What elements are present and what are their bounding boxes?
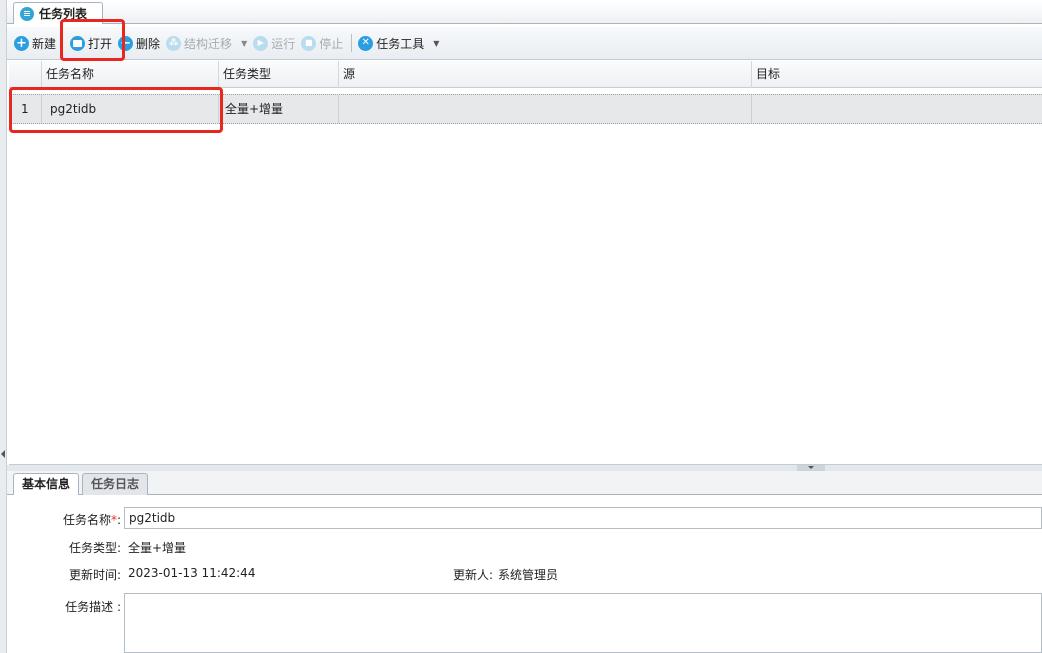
left-collapse-bar[interactable]: [0, 0, 7, 653]
open-button-label: 打开: [88, 36, 113, 51]
task-type-value: 全量+增量: [128, 541, 187, 555]
network-icon: ⁂: [166, 35, 182, 51]
minus-icon: −: [118, 35, 134, 51]
column-header-name[interactable]: 任务名称: [42, 61, 219, 88]
app-root: 任务列表 + 新建 打开 − 删除 ⁂ 结构迁移 ▼ ▶ 运行 ■ 停止 ✕ 任…: [0, 0, 1042, 653]
row-number: 1: [9, 95, 42, 123]
task-name-input[interactable]: [124, 507, 1042, 529]
detail-tab-strip: 基本信息 任务日志: [7, 471, 1042, 495]
updater-value: 系统管理员: [498, 568, 559, 582]
new-button[interactable]: + 新建: [12, 30, 60, 56]
stop-button-label: 停止: [319, 36, 344, 51]
updated-time-label: 更新时间:: [68, 568, 121, 582]
run-button-label: 运行: [271, 36, 296, 51]
toolbar: + 新建 打开 − 删除 ⁂ 结构迁移 ▼ ▶ 运行 ■ 停止 ✕ 任务工具 ▼: [7, 27, 1042, 60]
tab-task-log[interactable]: 任务日志: [82, 473, 149, 495]
task-name-label: 任务名称: [62, 513, 111, 527]
updated-time-value: 2023-01-13 11:42:44: [128, 566, 256, 580]
structure-migrate-button[interactable]: ⁂ 结构迁移 ▼: [164, 30, 251, 56]
delete-button[interactable]: − 删除: [116, 30, 164, 56]
run-button[interactable]: ▶ 运行: [251, 30, 299, 56]
label-colon: :: [116, 513, 121, 527]
table-row[interactable]: 1 pg2tidb 全量+增量: [9, 94, 1042, 124]
open-button[interactable]: 打开: [68, 30, 116, 56]
cell-task-type[interactable]: 全量+增量: [219, 95, 339, 123]
structure-migrate-button-label: 结构迁移: [184, 36, 233, 51]
task-name-label-group: 任务名称*:: [27, 511, 121, 528]
plus-icon: +: [14, 35, 29, 51]
cell-source[interactable]: [339, 95, 752, 123]
task-grid: 任务名称 任务类型 源 目标 1 pg2tidb 全量+增量: [9, 61, 1042, 465]
folder-open-icon: [70, 35, 86, 51]
task-type-label: 任务类型:: [68, 541, 121, 555]
task-tools-button[interactable]: ✕ 任务工具 ▼: [356, 30, 443, 56]
list-icon: [20, 6, 34, 21]
chevron-down-icon[interactable]: ▼: [241, 39, 247, 48]
updater-label: 更新人:: [452, 568, 493, 582]
cell-task-name[interactable]: pg2tidb: [42, 95, 219, 123]
chevron-down-icon[interactable]: ▼: [433, 39, 439, 48]
collapse-left-icon[interactable]: [1, 450, 5, 458]
stop-icon: ■: [301, 35, 317, 51]
wrench-icon: ✕: [358, 35, 374, 51]
task-desc-textarea[interactable]: [124, 593, 1042, 653]
cell-target[interactable]: [752, 95, 1042, 123]
delete-button-label: 删除: [136, 36, 161, 51]
new-button-label: 新建: [32, 36, 57, 51]
grid-header: 任务名称 任务类型 源 目标: [9, 61, 1042, 88]
tab-task-list-label: 任务列表: [39, 7, 88, 21]
task-tools-button-label: 任务工具: [376, 36, 425, 51]
column-header-target[interactable]: 目标: [752, 61, 1042, 88]
basic-info-form: 任务名称*: 任务类型: 全量+增量 更新时间: 2023-01-13 11:4…: [7, 496, 1042, 653]
play-icon: ▶: [253, 35, 269, 51]
column-header-type[interactable]: 任务类型: [219, 61, 339, 88]
tab-basic-info[interactable]: 基本信息: [13, 473, 80, 495]
task-desc-label: 任务描述 :: [65, 600, 121, 614]
window-tab-strip: 任务列表: [7, 0, 1042, 24]
row-number-header: [9, 61, 42, 88]
toolbar-divider: [351, 34, 353, 52]
stop-button[interactable]: ■ 停止: [299, 30, 347, 56]
column-header-source[interactable]: 源: [339, 61, 752, 88]
tab-task-list[interactable]: 任务列表: [13, 2, 103, 24]
